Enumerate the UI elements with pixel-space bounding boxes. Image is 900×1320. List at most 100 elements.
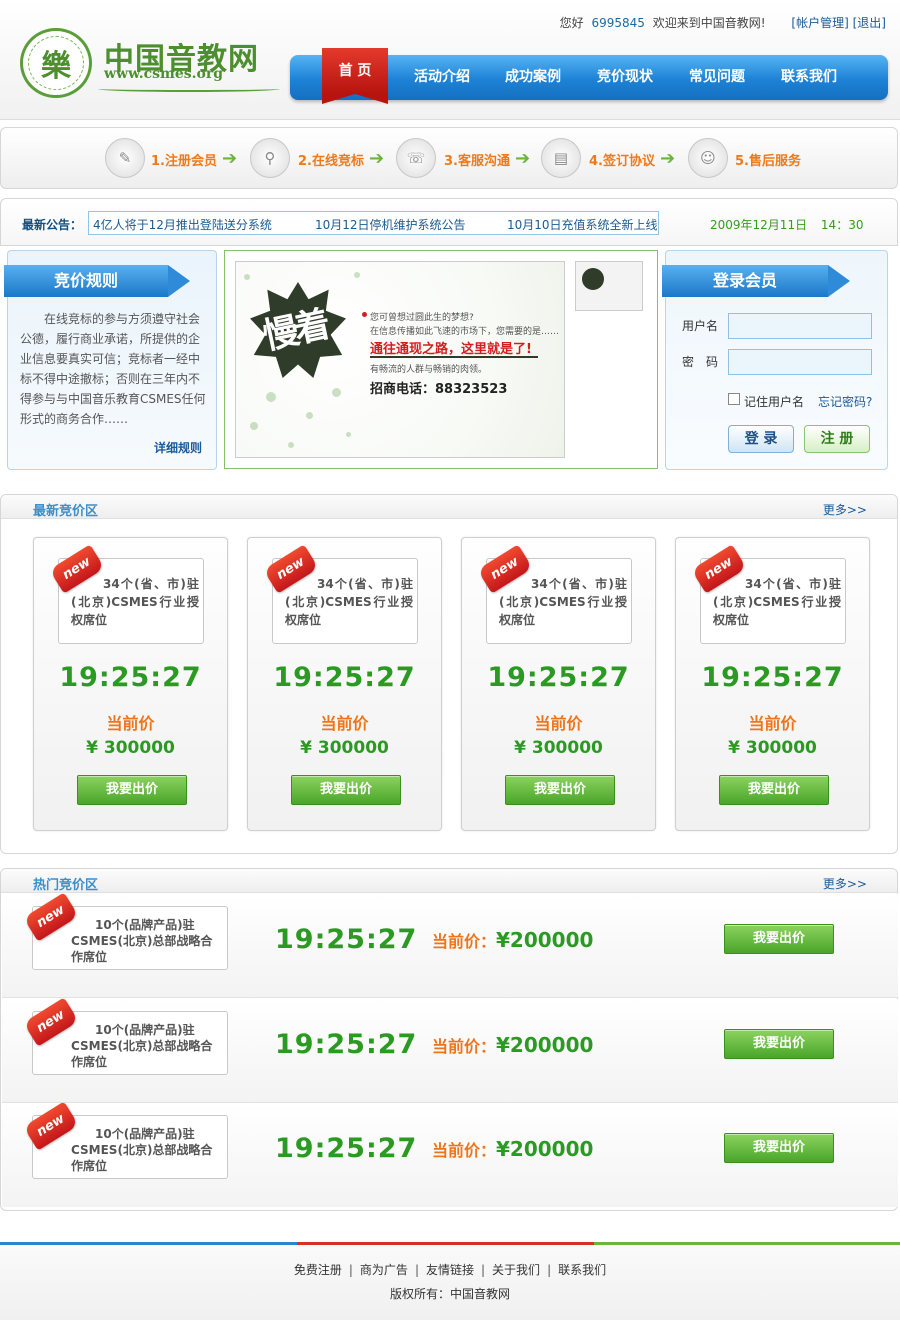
separator: | [348,1263,353,1277]
row-title[interactable]: 10个(品牌产品)驻CSMES(北京)总部战略合作席位 [71,1126,221,1174]
customer-service-icon: ☏ [396,138,436,178]
price-value: ¥200000 [496,1033,594,1057]
price-value: ¥200000 [496,1137,594,1161]
notice-item[interactable]: 10月12日停机维护系统公告 [315,216,466,233]
copyright: 版权所有：中国音教网 [389,1287,510,1301]
place-bid-button[interactable]: 我要出价 [291,775,401,805]
notice-datetime: 2009年12月11日 14：30 [710,216,863,233]
register-button[interactable]: 注 册 [804,425,870,453]
row-info-box: new 10个(品牌产品)驻CSMES(北京)总部战略合作席位 [23,997,228,1075]
nav-home-label: 首 页 [338,63,372,79]
card-title[interactable]: 34个(省、市)驻(北京)CSMES行业授权席位 [71,575,199,629]
price-value: ¥ 300000 [514,738,603,758]
arrow-right-icon: ➔ [515,148,531,169]
place-bid-button[interactable]: 我要出价 [719,775,829,805]
step-customer-service[interactable]: 3.客服沟通 [444,150,510,169]
place-bid-button[interactable]: 我要出价 [724,924,834,954]
arrow-right-icon: ➔ [660,148,676,169]
card-info-box: new 34个(省、市)驻(北京)CSMES行业授权席位 [263,544,418,644]
remember-checkbox[interactable] [728,393,740,405]
banner-divider [370,356,538,358]
section-title: 最新竞价区 [33,504,99,519]
latest-bidding-section: 最新竞价区 更多>> new 34个(省、市)驻(北京)CSMES行业授权席位 … [0,494,898,854]
arrow-right-icon: ➔ [369,148,385,169]
separator: | [481,1263,486,1277]
section-header: 热门竞价区 更多>> [1,869,897,893]
footer-link-friends[interactable]: 友情链接 [426,1263,474,1277]
separator: | [414,1263,419,1277]
price-label: 当前价 [320,714,369,733]
login-panel: 登录会员 用户名 密 码 记住用户名 忘记密码? 登 录 注 册 [662,250,888,470]
bid-online-icon: ⚲ [250,138,290,178]
price-label: 当前价 [534,714,583,733]
footer-link-ads[interactable]: 商为广告 [360,1263,408,1277]
footer-link-contact[interactable]: 联系我们 [558,1263,606,1277]
notice-item[interactable]: 10月10日充值系统全新上线 [507,216,658,233]
row-info-box: new 10个(品牌产品)驻CSMES(北京)总部战略合作席位 [23,892,228,970]
nav-item-faq[interactable]: 常见问题 [689,66,745,86]
login-button[interactable]: 登 录 [728,425,794,453]
notice-item[interactable]: 4亿人将于12月推出登陆送分系统 [93,216,272,233]
rules-detail-link[interactable]: 详细规则 [154,439,202,456]
current-price: 当前价：¥200000 [432,1137,593,1161]
countdown-timer: 19:25:27 [701,662,844,693]
step-sign-agreement[interactable]: 4.签订协议 [589,150,655,169]
more-link[interactable]: 更多>> [823,875,867,892]
logo-swoosh [98,86,280,92]
nav-item-contact[interactable]: 联系我们 [781,66,837,86]
countdown-timer: 19:25:27 [487,662,630,693]
card-title[interactable]: 34个(省、市)驻(北京)CSMES行业授权席位 [713,575,841,629]
footer: 免费注册 | 商为广告 | 友情链接 | 关于我们 | 联系我们 版权所有：中国音教网 [0,1245,900,1320]
agreement-icon: ▤ [541,138,581,178]
countdown-timer: 19:25:27 [275,1029,418,1060]
nav-item-cases[interactable]: 成功案例 [505,66,561,86]
price-value: ¥ 300000 [300,738,389,758]
rules-title: 竞价规则 [4,265,190,297]
current-price: 当前价：¥200000 [432,1033,593,1057]
username-input[interactable] [728,313,872,339]
price-value: ¥200000 [496,928,594,952]
time-text: 14：30 [820,218,864,232]
row-title[interactable]: 10个(品牌产品)驻CSMES(北京)总部战略合作席位 [71,1022,221,1070]
music-seal-icon: 樂 [20,28,92,98]
step-after-sales[interactable]: 5.售后服务 [735,150,801,169]
logout-link[interactable]: [退出] [853,16,886,30]
step-bid-online[interactable]: 2.在线竞标 [298,150,364,169]
separator: | [547,1263,552,1277]
card-title[interactable]: 34个(省、市)驻(北京)CSMES行业授权席位 [499,575,627,629]
remember-label: 记住用户名 [744,395,805,409]
step-register[interactable]: 1.注册会员 [151,150,217,169]
card-info-box: new 34个(省、市)驻(北京)CSMES行业授权席位 [691,544,846,644]
card-info-box: new 34个(省、市)驻(北京)CSMES行业授权席位 [49,544,204,644]
nav-item-bidding-status[interactable]: 竞价现状 [597,66,653,86]
price-label: 当前价 [748,714,797,733]
banner-image[interactable]: 慢着 您可曾想过圆此生的梦想? 在信息传播如此飞速的市场下，您需要的是…… 通往… [235,261,565,458]
place-bid-button[interactable]: 我要出价 [724,1133,834,1163]
top-user-bar: 您好 6995845 欢迎来到中国音教网! [帐户管理] [退出] [560,14,886,31]
place-bid-button[interactable]: 我要出价 [724,1029,834,1059]
countdown-timer: 19:25:27 [273,662,416,693]
arrow-right-icon: ➔ [222,148,238,169]
row-title[interactable]: 10个(品牌产品)驻CSMES(北京)总部战略合作席位 [71,917,221,965]
section-header: 最新竞价区 更多>> [1,495,897,519]
nav-item-activities[interactable]: 活动介绍 [414,66,470,86]
countdown-timer: 19:25:27 [59,662,202,693]
place-bid-button[interactable]: 我要出价 [505,775,615,805]
footer-link-register[interactable]: 免费注册 [294,1263,342,1277]
nav-item-home[interactable]: 首 页 [322,48,388,104]
more-link[interactable]: 更多>> [823,501,867,518]
site-logo[interactable]: 樂 中国音教网 www.csmes.org [20,28,280,100]
price-value: ¥ 300000 [728,738,817,758]
footer-link-about[interactable]: 关于我们 [492,1263,540,1277]
notice-ticker: 4亿人将于12月推出登陆送分系统 10月12日停机维护系统公告 10月10日充值… [88,211,659,235]
place-bid-button[interactable]: 我要出价 [77,775,187,805]
card-title[interactable]: 34个(省、市)驻(北京)CSMES行业授权席位 [285,575,413,629]
account-management-link[interactable]: [帐户管理] [791,16,848,30]
banner-thumbnail[interactable] [575,261,643,311]
hot-bid-row: new 10个(品牌产品)驻CSMES(北京)总部战略合作席位 19:25:27… [2,997,898,1103]
password-input[interactable] [728,349,872,375]
forgot-password-link[interactable]: 忘记密码? [818,393,872,410]
row-info-box: new 10个(品牌产品)驻CSMES(北京)总部战略合作席位 [23,1101,228,1179]
bidding-rules-panel: 竞价规则 在线竞标的参与方须遵守社会公德，履行商业承诺，所提供的企业信息要真实可… [4,250,217,470]
price-value: ¥ 300000 [86,738,175,758]
